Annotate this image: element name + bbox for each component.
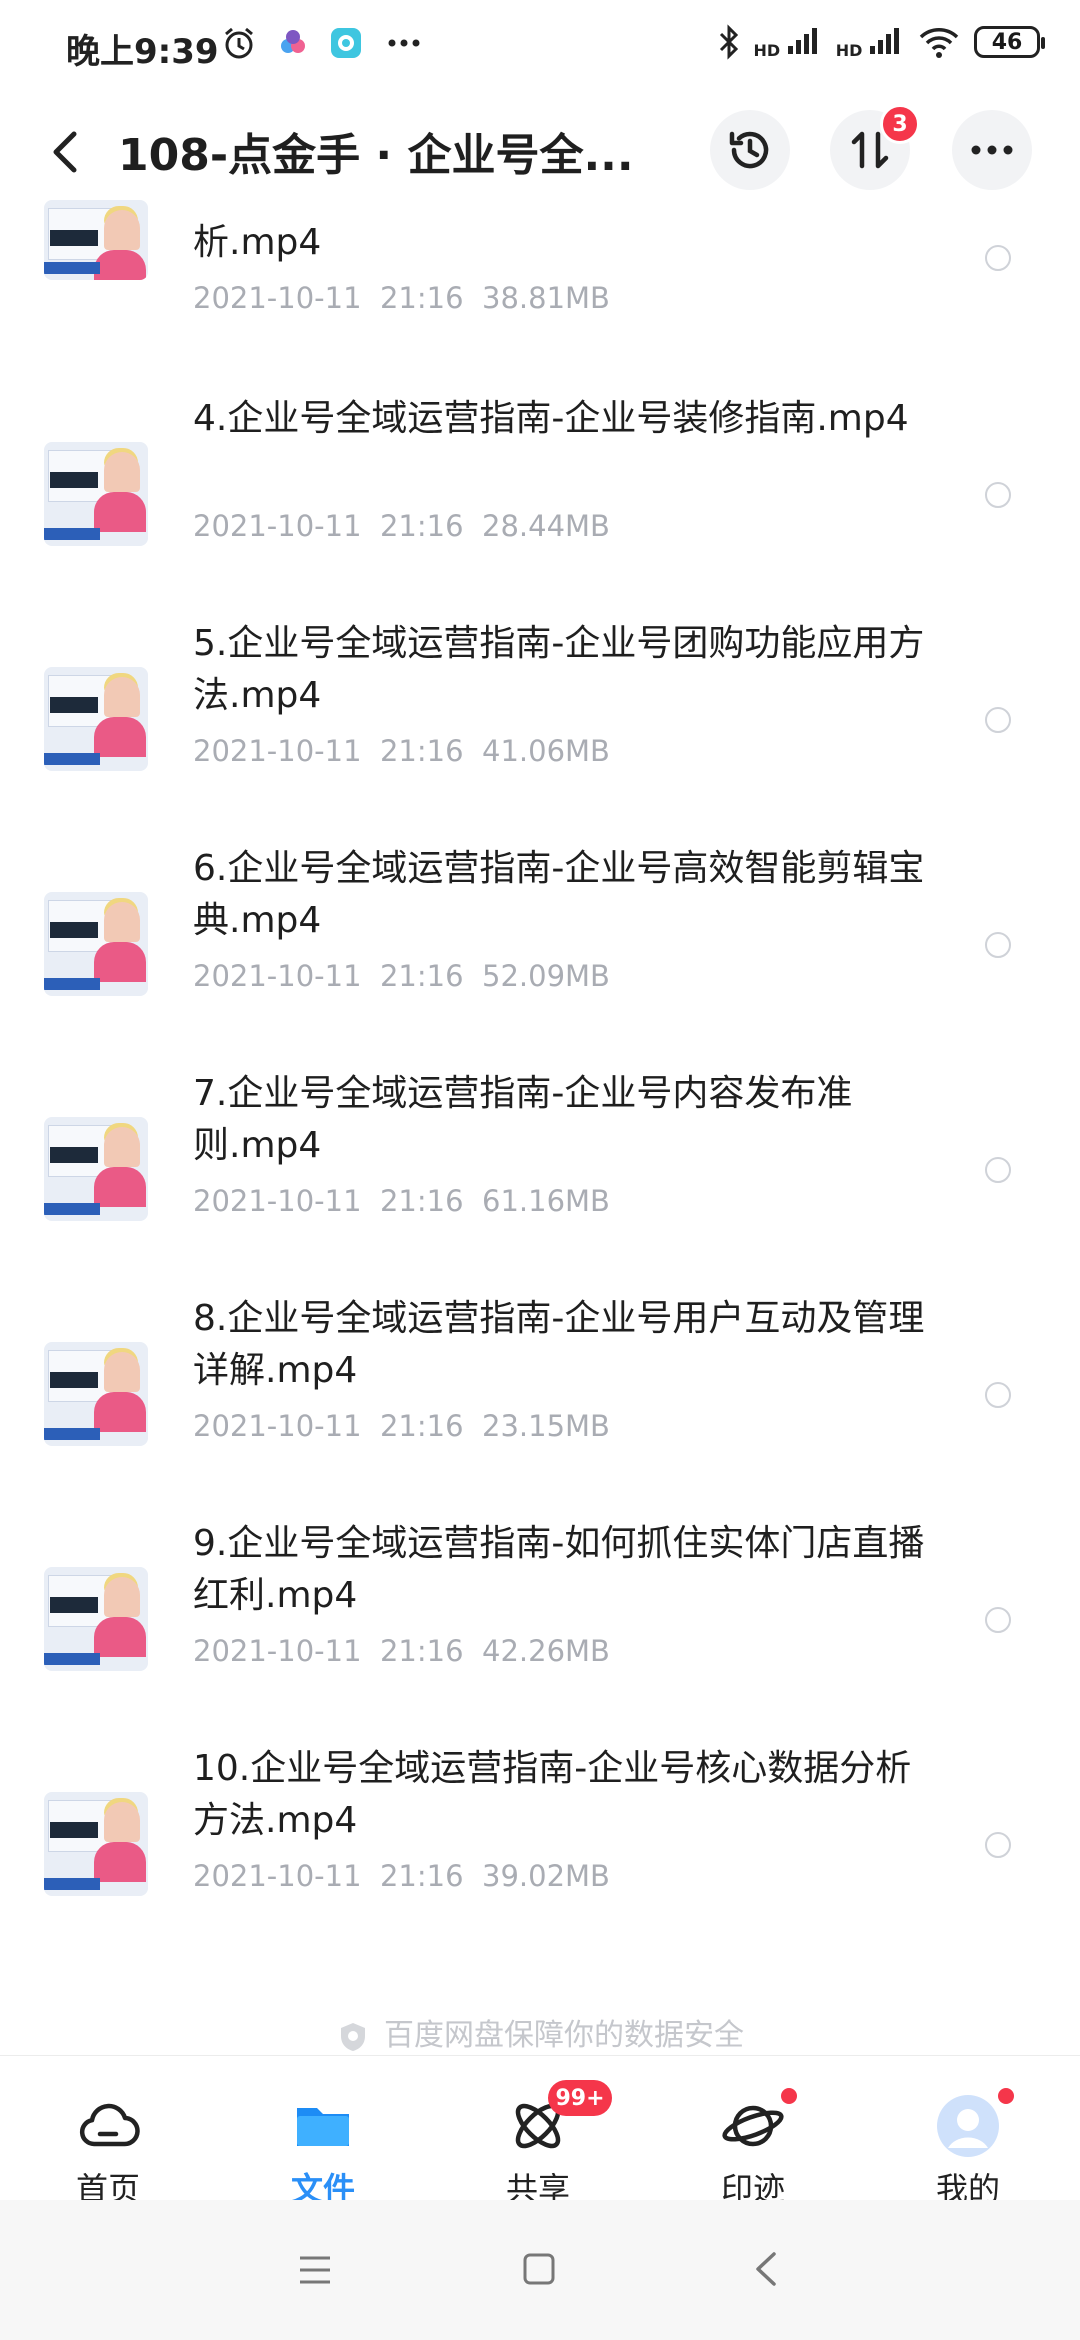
file-name: 10.企业号全域运营指南-企业号核心数据分析方法.mp4 [193, 1748, 912, 1841]
tab-me[interactable]: 我的 [898, 2088, 1038, 2210]
file-meta: 2021-10-11 21:16 61.16MB [193, 1184, 610, 1218]
select-checkbox[interactable] [985, 1832, 1011, 1858]
app-notification-icon [281, 30, 305, 53]
security-note: 百度网盘保障你的数据安全 [0, 2010, 1080, 2054]
avatar-icon [937, 2095, 999, 2157]
status-time: 晚上9:39 [66, 32, 219, 72]
system-nav-bar [0, 2200, 1080, 2340]
signal-hd-label-2: HD [835, 41, 863, 60]
cell-signal-icon: HD [753, 26, 822, 60]
video-thumbnail [44, 1567, 148, 1671]
file-name: 4.企业号全域运营指南-企业号装修指南.mp4 [193, 398, 909, 439]
file-meta: 2021-10-11 21:16 41.06MB [193, 734, 610, 768]
file-meta: 2021-10-11 21:16 39.02MB [193, 1859, 610, 1893]
file-row[interactable]: 6.企业号全域运营指南-企业号高效智能剪辑宝典.mp4 2021-10-11 2… [0, 838, 1080, 1063]
page-title: 108-点金手 · 企业号全... [118, 130, 634, 181]
tab-files[interactable]: 文件 [253, 2094, 393, 2210]
baidu-netdisk-notification-icon [331, 28, 361, 58]
back-button[interactable] [40, 122, 92, 182]
planet-icon [722, 2105, 784, 2147]
shield-icon [341, 2022, 365, 2051]
me-dot [998, 2088, 1014, 2104]
bottom-tab-bar: 首页 文件 99+ 共享 印迹 我的 [0, 2055, 1080, 2208]
video-thumbnail [44, 1792, 148, 1896]
file-row[interactable]: 4.企业号全域运营指南-企业号装修指南.mp4 2021-10-11 21:16… [0, 388, 1080, 613]
more-notifications-icon [388, 39, 420, 47]
video-thumbnail [44, 667, 148, 771]
file-meta: 2021-10-11 21:16 52.09MB [193, 959, 610, 993]
file-meta: 2021-10-11 21:16 28.44MB [193, 509, 610, 543]
file-name: 9.企业号全域运营指南-如何抓住实体门店直播红利.mp4 [193, 1523, 925, 1616]
status-bar: 晚上9:39 HD HD 46 [0, 0, 1080, 92]
file-row[interactable]: 10.企业号全域运营指南-企业号核心数据分析方法.mp4 2021-10-11 … [0, 1738, 1080, 1963]
video-thumbnail [44, 442, 148, 546]
transfer-list-button[interactable]: 3 [830, 104, 920, 190]
file-name: 7.企业号全域运营指南-企业号内容发布准则.mp4 [193, 1073, 853, 1166]
battery-icon: 46 [974, 26, 1045, 58]
video-thumbnail [44, 892, 148, 996]
file-name: 8.企业号全域运营指南-企业号用户互动及管理详解.mp4 [193, 1298, 925, 1391]
transfer-badge: 3 [880, 104, 920, 144]
history-button[interactable] [710, 110, 790, 190]
share-badge: 99+ [548, 2080, 612, 2116]
video-thumbnail [44, 1117, 148, 1221]
footprint-dot [781, 2088, 797, 2104]
file-row[interactable]: 7.企业号全域运营指南-企业号内容发布准则.mp4 2021-10-11 21:… [0, 1063, 1080, 1288]
select-checkbox[interactable] [985, 1382, 1011, 1408]
file-name: 析.mp4 [193, 222, 322, 263]
file-meta: 2021-10-11 21:16 23.15MB [193, 1409, 610, 1443]
menu-icon[interactable] [298, 2254, 332, 2286]
alarm-icon [225, 27, 253, 59]
select-checkbox[interactable] [985, 932, 1011, 958]
select-checkbox[interactable] [985, 482, 1011, 508]
top-app-bar: 108-点金手 · 企业号全... 3 [0, 92, 1080, 212]
signal-hd-label: HD [753, 41, 781, 60]
status-system-icons: HD HD 46 [718, 24, 1045, 60]
file-name: 5.企业号全域运营指南-企业号团购功能应用方法.mp4 [193, 623, 925, 716]
tab-share[interactable]: 99+ 共享 [468, 2080, 612, 2210]
bluetooth-icon [719, 24, 738, 60]
select-checkbox[interactable] [985, 707, 1011, 733]
history-icon [729, 131, 769, 169]
file-row[interactable]: 8.企业号全域运营指南-企业号用户互动及管理详解.mp4 2021-10-11 … [0, 1288, 1080, 1513]
video-thumbnail [44, 200, 148, 280]
select-checkbox[interactable] [985, 1157, 1011, 1183]
cell-signal-icon-2: HD [835, 26, 904, 60]
file-name: 6.企业号全域运营指南-企业号高效智能剪辑宝典.mp4 [193, 848, 925, 941]
more-horizontal-icon [971, 145, 1013, 155]
back-triangle-icon[interactable] [752, 2250, 780, 2288]
folder-icon [297, 2108, 349, 2146]
cloud-home-icon [79, 2103, 140, 2147]
file-row[interactable]: 9.企业号全域运营指南-如何抓住实体门店直播红利.mp4 2021-10-11 … [0, 1513, 1080, 1738]
tab-footprint[interactable]: 印迹 [683, 2088, 823, 2210]
file-row[interactable]: 5.企业号全域运营指南-企业号团购功能应用方法.mp4 2021-10-11 2… [0, 613, 1080, 838]
chevron-left-icon [53, 131, 77, 173]
security-note-text: 百度网盘保障你的数据安全 [384, 2018, 744, 2053]
select-checkbox[interactable] [985, 1607, 1011, 1633]
more-button[interactable] [952, 110, 1032, 190]
wifi-icon [919, 28, 959, 58]
tab-home[interactable]: 首页 [38, 2094, 178, 2210]
video-thumbnail [44, 1342, 148, 1446]
select-checkbox[interactable] [985, 245, 1011, 271]
file-meta: 2021-10-11 21:16 42.26MB [193, 1634, 610, 1668]
file-meta: 2021-10-11 21:16 38.81MB [193, 281, 610, 315]
home-square-icon[interactable] [522, 2252, 556, 2286]
battery-level: 46 [991, 29, 1023, 55]
status-notification-icons [222, 26, 424, 60]
